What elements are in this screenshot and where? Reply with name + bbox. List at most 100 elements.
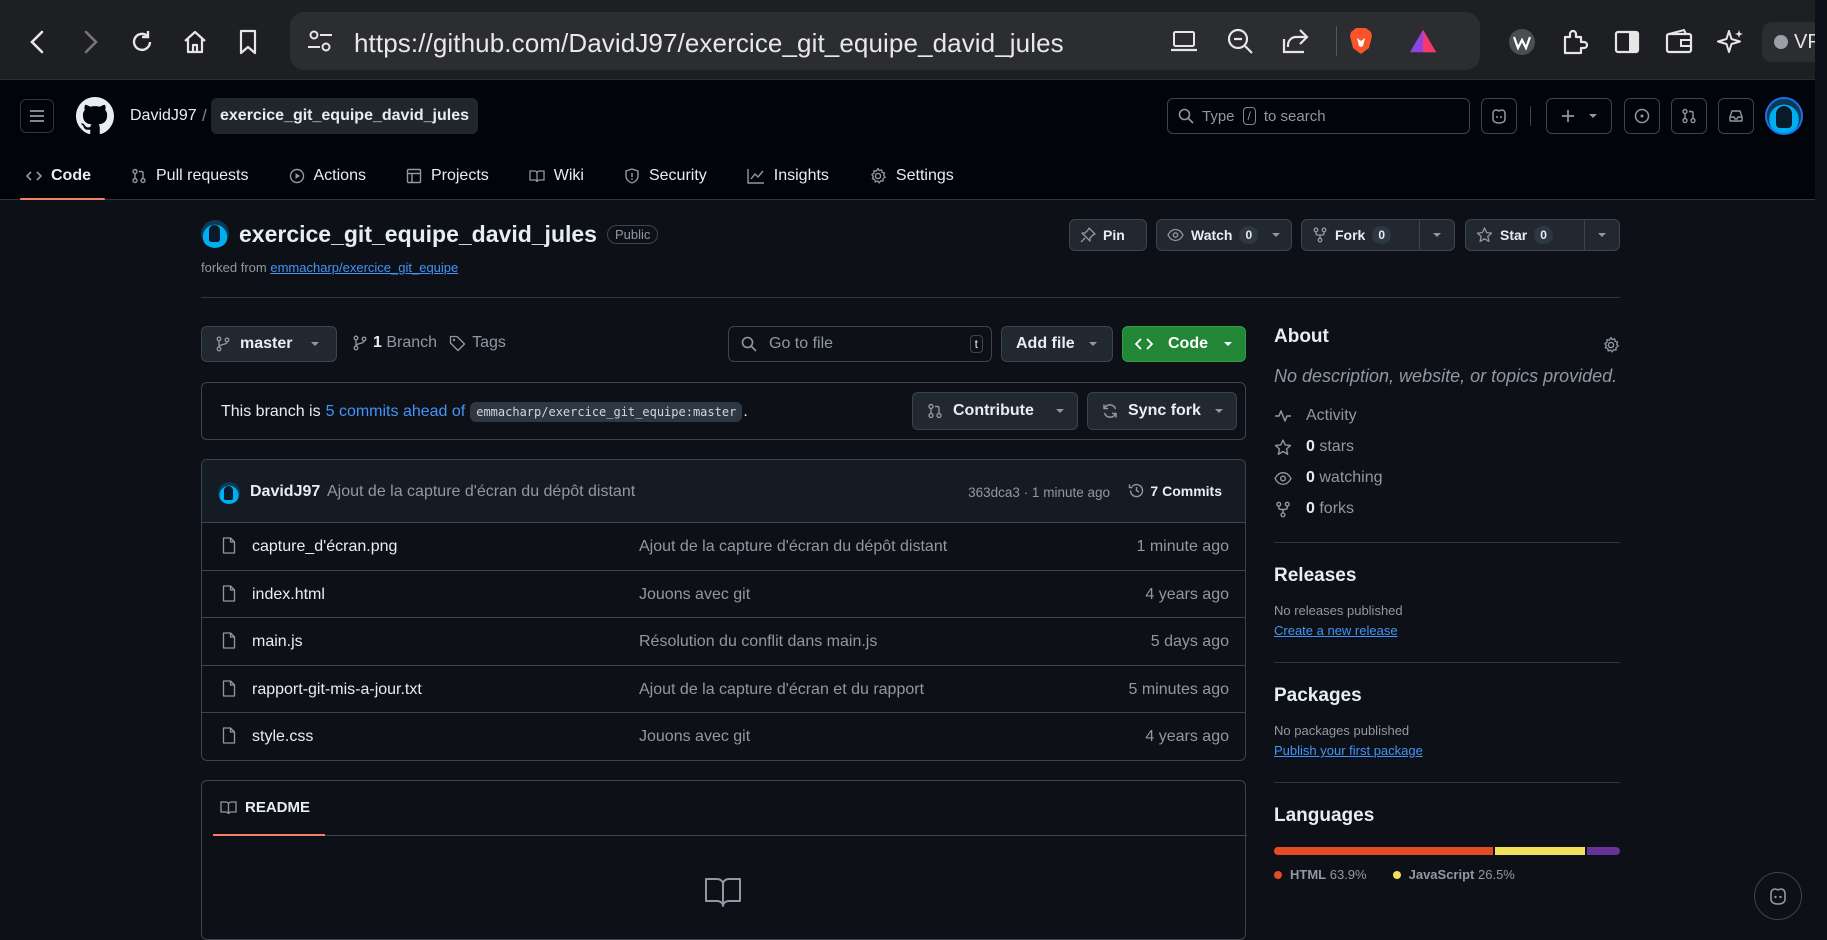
forked-from-link[interactable]: emmacharp/exercice_git_equipe bbox=[270, 260, 458, 275]
file-name-link[interactable]: main.js bbox=[252, 633, 303, 651]
contribute-button[interactable]: Contribute bbox=[912, 392, 1078, 430]
tab-code[interactable]: Code bbox=[14, 158, 105, 200]
site-settings-icon[interactable] bbox=[306, 28, 334, 54]
reload-button[interactable] bbox=[122, 22, 162, 62]
file-commit-message[interactable]: Ajout de la capture d'écran et du rappor… bbox=[639, 681, 924, 699]
forward-button[interactable] bbox=[70, 22, 110, 62]
zoom-out-icon[interactable] bbox=[1225, 26, 1255, 56]
create-release-link[interactable]: Create a new release bbox=[1274, 623, 1620, 638]
file-row[interactable]: rapport-git-mis-a-jour.txt Ajout de la c… bbox=[202, 666, 1245, 714]
language-javascript-link[interactable]: JavaScript 26.5% bbox=[1392, 867, 1515, 882]
file-row[interactable]: style.css Jouons avec git 4 years ago bbox=[202, 713, 1245, 760]
share-icon[interactable] bbox=[1280, 26, 1310, 56]
language-html-link[interactable]: HTML 63.9% bbox=[1274, 867, 1367, 882]
file-name-link[interactable]: rapport-git-mis-a-jour.txt bbox=[252, 681, 422, 699]
issues-button[interactable] bbox=[1624, 98, 1660, 134]
user-avatar[interactable] bbox=[1765, 97, 1803, 135]
forks-link[interactable]: 0 forks bbox=[1274, 500, 1620, 518]
sync-fork-button[interactable]: Sync fork bbox=[1087, 392, 1237, 430]
issue-opened-icon bbox=[1634, 108, 1650, 124]
brave-shield-icon[interactable] bbox=[1346, 26, 1376, 56]
fork-button[interactable]: Fork 0 bbox=[1301, 219, 1455, 251]
tab-actions[interactable]: Actions bbox=[277, 158, 380, 194]
file-row[interactable]: main.js Résolution du conflit dans main.… bbox=[202, 618, 1245, 666]
tab-security[interactable]: Security bbox=[612, 158, 721, 194]
file-name-link[interactable]: style.css bbox=[252, 728, 313, 746]
add-file-button[interactable]: Add file bbox=[1001, 326, 1113, 362]
back-button[interactable] bbox=[18, 22, 58, 62]
ahead-commits-link[interactable]: 5 commits ahead of bbox=[326, 403, 466, 421]
tab-insights[interactable]: Insights bbox=[735, 158, 843, 194]
commits-history-link[interactable]: 7 Commits bbox=[1128, 482, 1222, 499]
commit-author-avatar[interactable] bbox=[218, 482, 240, 504]
breadcrumb-owner-link[interactable]: DavidJ97 bbox=[130, 107, 197, 125]
commit-author-link[interactable]: DavidJ97 bbox=[250, 483, 320, 501]
code-dropdown-button[interactable]: Code bbox=[1122, 326, 1246, 362]
copilot-button[interactable] bbox=[1481, 98, 1517, 134]
wallet-button[interactable] bbox=[1659, 22, 1699, 62]
tab-wiki[interactable]: Wiki bbox=[517, 158, 598, 194]
page-scrollbar[interactable] bbox=[1815, 0, 1827, 927]
caret-down-icon bbox=[1089, 342, 1097, 346]
pull-requests-button[interactable] bbox=[1671, 98, 1707, 134]
tab-pull-requests[interactable]: Pull requests bbox=[119, 158, 263, 194]
cast-icon[interactable] bbox=[1170, 26, 1200, 56]
branch-ahead-text: This branch is 5 commits ahead of emmach… bbox=[221, 402, 748, 422]
activity-link[interactable]: Activity bbox=[1274, 407, 1620, 425]
file-commit-message[interactable]: Résolution du conflit dans main.js bbox=[639, 633, 877, 651]
code-icon bbox=[1135, 338, 1153, 350]
caret-down-icon[interactable] bbox=[1271, 232, 1281, 238]
publish-package-link[interactable]: Publish your first package bbox=[1274, 743, 1620, 758]
file-commit-message[interactable]: Jouons avec git bbox=[639, 586, 750, 604]
search-input[interactable]: Type / to search bbox=[1167, 98, 1470, 134]
about-heading: About bbox=[1274, 326, 1329, 347]
github-logo-icon[interactable] bbox=[76, 97, 114, 135]
language-legend: HTML 63.9% JavaScript 26.5% bbox=[1274, 867, 1620, 882]
readme-tab[interactable]: README bbox=[220, 799, 310, 816]
gear-icon[interactable] bbox=[1602, 336, 1620, 354]
home-button[interactable] bbox=[175, 22, 215, 62]
file-row[interactable]: index.html Jouons avec git 4 years ago bbox=[202, 571, 1245, 619]
create-new-button[interactable] bbox=[1546, 98, 1612, 134]
file-row[interactable]: capture_d'écran.png Ajout de la capture … bbox=[202, 523, 1245, 571]
go-to-file-input[interactable]: Go to file t bbox=[728, 326, 992, 362]
extension-w-button[interactable] bbox=[1502, 22, 1542, 62]
copilot-chat-button[interactable] bbox=[1754, 872, 1802, 920]
file-commit-message[interactable]: Ajout de la capture d'écran du dépôt dis… bbox=[639, 538, 947, 556]
watching-link[interactable]: 0 watching bbox=[1274, 469, 1620, 487]
bookmark-button[interactable] bbox=[228, 22, 268, 62]
go-to-file-placeholder: Go to file bbox=[769, 335, 834, 352]
file-commit-message[interactable]: Jouons avec git bbox=[639, 728, 750, 746]
branch-selector[interactable]: master bbox=[201, 326, 337, 362]
pin-button[interactable]: Pin bbox=[1069, 219, 1147, 251]
star-button[interactable]: Star 0 bbox=[1465, 219, 1620, 251]
tab-settings[interactable]: Settings bbox=[857, 158, 968, 194]
file-name-link[interactable]: index.html bbox=[252, 586, 325, 604]
commit-message-link[interactable]: Ajout de la capture d'écran du dépôt dis… bbox=[327, 483, 635, 501]
releases-heading[interactable]: Releases bbox=[1274, 565, 1620, 587]
tags-link[interactable]: Tags bbox=[472, 334, 506, 352]
star-dropdown[interactable] bbox=[1584, 220, 1618, 250]
url-text[interactable]: https://github.com/DavidJ97/exercice_git… bbox=[354, 28, 1064, 59]
tab-projects[interactable]: Projects bbox=[394, 158, 503, 194]
readme-tab-label: README bbox=[245, 799, 311, 816]
sidebar-toggle-button[interactable] bbox=[1607, 22, 1647, 62]
fork-dropdown[interactable] bbox=[1419, 220, 1453, 250]
inbox-button[interactable] bbox=[1718, 98, 1754, 134]
owner-avatar[interactable] bbox=[201, 220, 229, 248]
file-name-link[interactable]: capture_d'écran.png bbox=[252, 538, 397, 556]
language-name: HTML bbox=[1290, 867, 1327, 882]
watch-button[interactable]: Watch 0 bbox=[1156, 219, 1292, 251]
packages-heading[interactable]: Packages bbox=[1274, 685, 1620, 707]
leo-ai-button[interactable] bbox=[1711, 22, 1751, 62]
repo-name-link[interactable]: exercice_git_equipe_david_jules bbox=[239, 221, 597, 248]
breadcrumb-repo-link[interactable]: exercice_git_equipe_david_jules bbox=[211, 98, 479, 134]
stars-link[interactable]: 0 stars bbox=[1274, 438, 1620, 456]
brave-rewards-icon[interactable] bbox=[1408, 26, 1438, 56]
caret-down-icon bbox=[1055, 408, 1065, 414]
branches-link[interactable]: 1 Branch bbox=[373, 334, 437, 352]
commit-sha-time[interactable]: 363dca3 · 1 minute ago bbox=[968, 485, 1110, 500]
extensions-button[interactable] bbox=[1554, 22, 1594, 62]
address-bar[interactable]: https://github.com/DavidJ97/exercice_git… bbox=[290, 12, 1480, 70]
menu-button[interactable] bbox=[20, 99, 54, 133]
